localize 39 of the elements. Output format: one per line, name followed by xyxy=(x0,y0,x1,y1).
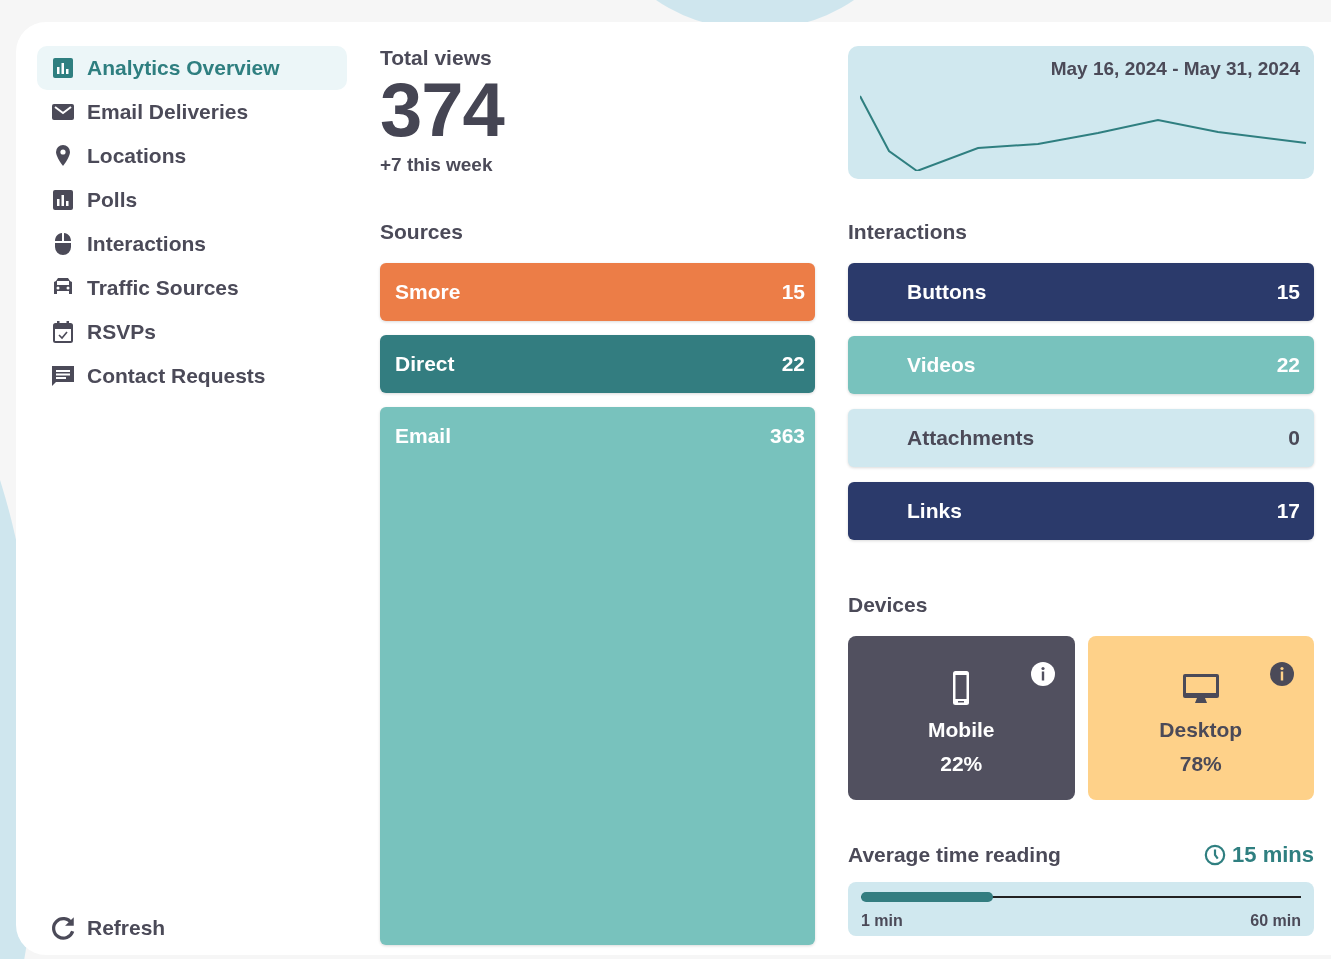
reading-time-value: 15 mins xyxy=(1204,842,1314,868)
total-views-value: 374 xyxy=(380,70,506,150)
section-title: Devices xyxy=(848,592,929,618)
sidebar-item[interactable]: Email Deliveries xyxy=(37,90,347,134)
sidebar-item[interactable]: Locations xyxy=(37,134,347,178)
sidebar-item[interactable]: Interactions xyxy=(37,222,347,266)
source-bar: Direct 22 xyxy=(380,335,815,393)
weekly-change: +7 this week xyxy=(380,154,494,176)
range-max-label: 60 min xyxy=(1250,912,1301,930)
source-bar: Smore 15 xyxy=(380,263,815,321)
sidebar-item[interactable]: RSVPs xyxy=(37,310,347,354)
source-bar: Email 363 xyxy=(380,407,815,945)
total-views-label: Total views xyxy=(380,46,493,70)
info-icon[interactable] xyxy=(1270,662,1294,686)
range-min-label: 1 min xyxy=(861,912,903,930)
date-range: May 16, 2024 - May 31, 2024 xyxy=(1050,58,1300,80)
device-percent: 78% xyxy=(1179,752,1222,776)
info-icon[interactable] xyxy=(1030,662,1055,686)
chart-icon xyxy=(51,188,75,212)
refresh-button[interactable]: Refresh xyxy=(37,915,180,941)
refresh-icon xyxy=(51,915,77,941)
section-title: Interactions xyxy=(848,219,969,245)
chart-icon xyxy=(51,56,75,80)
sidebar-item[interactable]: Traffic Sources xyxy=(37,266,347,310)
section-title: Sources xyxy=(380,219,464,245)
interaction-row: Attachments 0 xyxy=(848,409,1314,467)
interaction-row: Buttons 15 xyxy=(848,263,1314,321)
sidebar-item[interactable]: Analytics Overview xyxy=(37,46,347,90)
calendar-icon xyxy=(51,320,75,344)
section-title: Average time reading xyxy=(848,843,1061,867)
device-name: Desktop xyxy=(1159,718,1243,742)
sidebar-item[interactable]: Contact Requests xyxy=(37,354,347,398)
device-percent: 22% xyxy=(940,752,983,776)
clock-icon xyxy=(1204,844,1227,866)
interaction-row: Links 17 xyxy=(848,482,1314,540)
device-name: Mobile xyxy=(928,718,995,742)
interaction-row: Videos 22 xyxy=(848,336,1314,394)
chat-icon xyxy=(51,364,75,388)
sidebar-item[interactable]: Polls xyxy=(37,178,347,222)
